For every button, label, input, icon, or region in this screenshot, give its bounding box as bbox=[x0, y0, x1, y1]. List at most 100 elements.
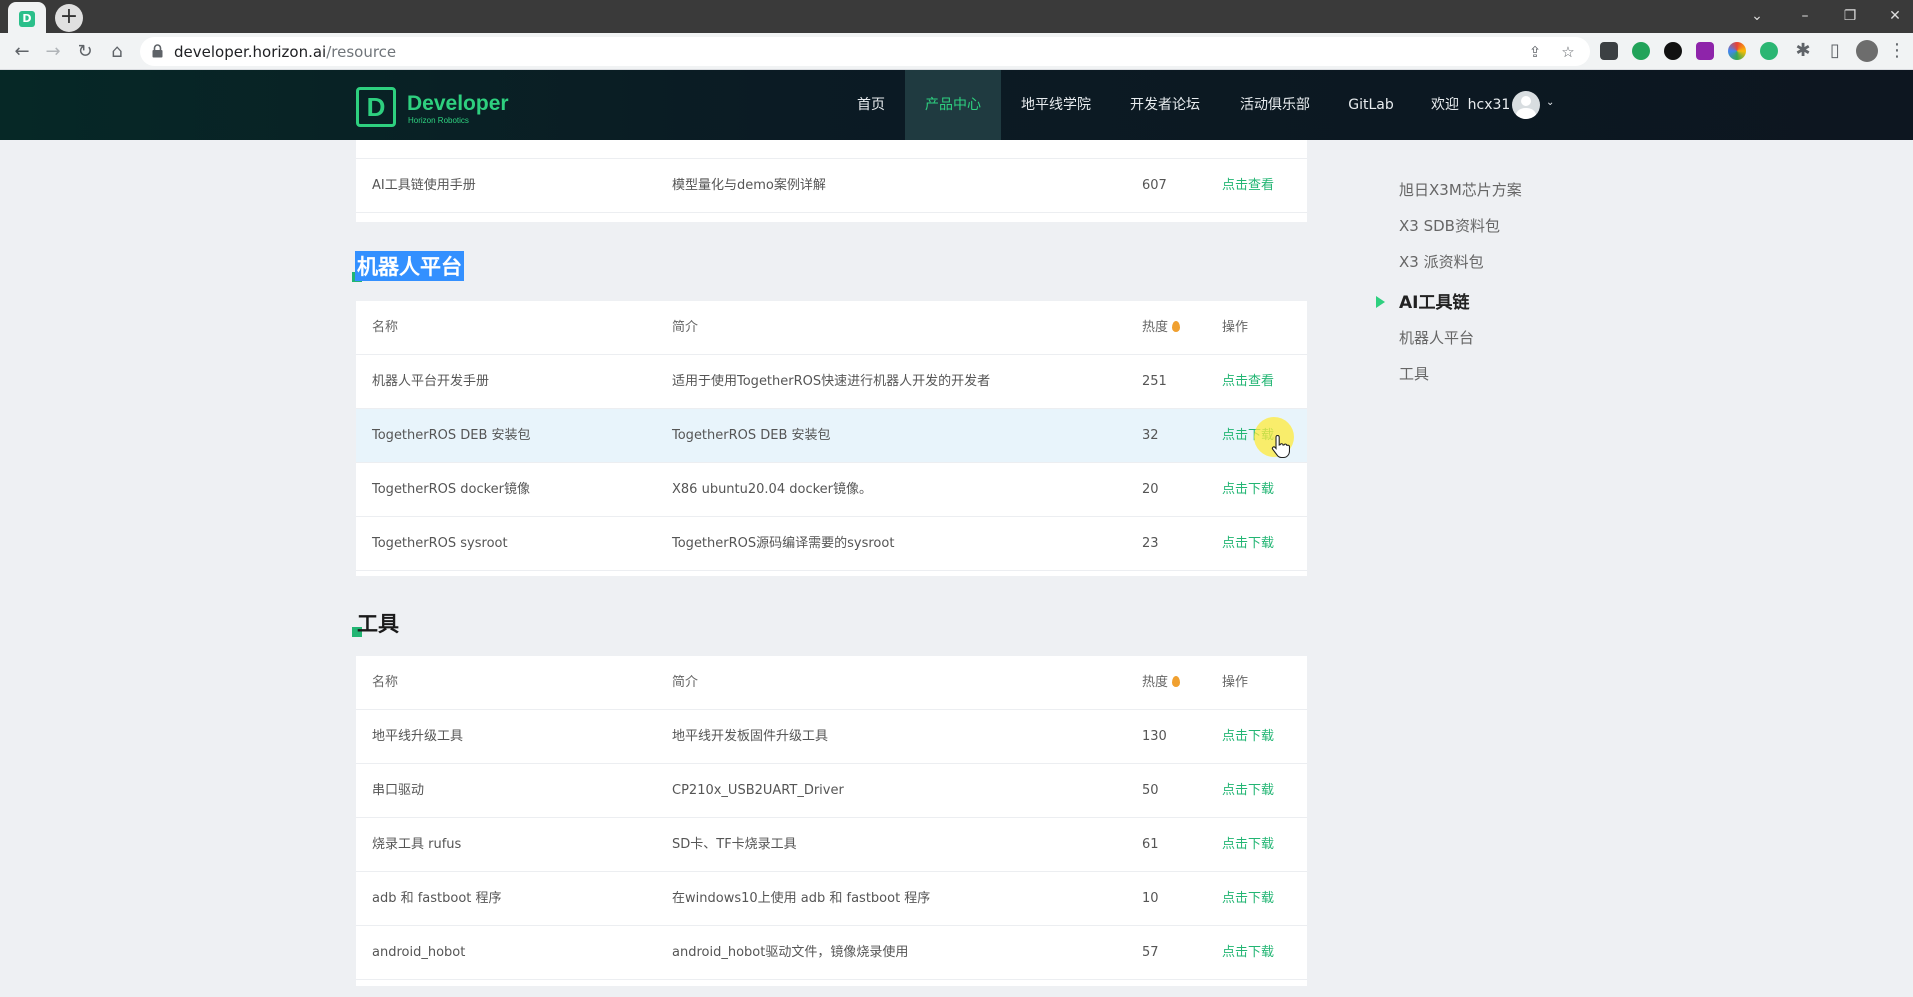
site-favicon-icon: D bbox=[19, 11, 35, 27]
vue-extension-icon[interactable] bbox=[1760, 42, 1778, 60]
resource-name: 机器人平台开发手册 bbox=[372, 374, 490, 389]
user-avatar[interactable] bbox=[1512, 91, 1540, 119]
forward-icon[interactable]: → bbox=[41, 40, 65, 64]
resource-name: AI工具链使用手册 bbox=[372, 178, 476, 193]
hand-pointer-icon bbox=[1271, 435, 1290, 459]
flame-icon bbox=[1172, 321, 1181, 332]
address-bar[interactable]: developer.horizon.ai/resource ⇪ ☆ bbox=[140, 37, 1590, 66]
resource-heat: 607 bbox=[1142, 178, 1167, 193]
resource-heat: 57 bbox=[1142, 945, 1159, 960]
section-title-tools: 工具 bbox=[357, 612, 399, 636]
back-icon[interactable]: ← bbox=[10, 40, 34, 64]
view-link[interactable]: 点击查看 bbox=[1222, 159, 1274, 213]
header-desc: 简介 bbox=[672, 675, 699, 690]
download-link[interactable]: 点击下载 bbox=[1222, 872, 1274, 926]
robot-platform-table: 名称 简介 热度 操作 机器人平台开发手册 适用于使用TogetherROS快速… bbox=[356, 301, 1307, 576]
sidebar-item-x3m[interactable]: 旭日X3M芯片方案 bbox=[1399, 179, 1522, 200]
close-window-icon[interactable]: ✕ bbox=[1883, 5, 1907, 27]
resource-desc: 在windows10上使用 adb 和 fastboot 程序 bbox=[672, 891, 931, 906]
resource-name: 串口驱动 bbox=[372, 783, 425, 798]
tab-search-icon[interactable]: ⌄ bbox=[1745, 5, 1769, 27]
resource-desc: X86 ubuntu20.04 docker镜像。 bbox=[672, 482, 872, 497]
restore-icon[interactable]: ❐ bbox=[1838, 5, 1862, 27]
table-row: 烧录工具 rufus SD卡、TF卡烧录工具 61 点击下载 bbox=[356, 818, 1307, 872]
table-row: TogetherROS sysroot TogetherROS源码编译需要的sy… bbox=[356, 517, 1307, 571]
resource-desc: TogetherROS源码编译需要的sysroot bbox=[672, 536, 895, 551]
browser-menu-icon[interactable]: ⋮ bbox=[1885, 39, 1909, 63]
resource-heat: 23 bbox=[1142, 536, 1159, 551]
sidebar-item-robot-platform[interactable]: 机器人平台 bbox=[1399, 327, 1474, 348]
resource-heat: 10 bbox=[1142, 891, 1159, 906]
resource-name: 地平线升级工具 bbox=[372, 729, 464, 744]
profile-avatar-icon[interactable] bbox=[1856, 40, 1878, 62]
share-icon[interactable]: ⇪ bbox=[1525, 42, 1545, 62]
resource-desc: CP210x_USB2UART_Driver bbox=[672, 783, 844, 798]
table-row: AI工具链使用手册 模型量化与demo案例详解 607 点击查看 bbox=[356, 159, 1307, 213]
reload-icon[interactable]: ↻ bbox=[73, 40, 97, 64]
extension-icon-3[interactable] bbox=[1664, 42, 1682, 60]
extension-icon-4[interactable] bbox=[1696, 42, 1714, 60]
resource-name: TogetherROS docker镜像 bbox=[372, 482, 531, 497]
chrome-extension-icon[interactable] bbox=[1728, 42, 1746, 60]
resource-heat: 130 bbox=[1142, 729, 1167, 744]
browser-tab[interactable]: D bbox=[8, 2, 46, 33]
resource-desc: android_hobot驱动文件，镜像烧录使用 bbox=[672, 945, 909, 960]
logo-title[interactable]: Developer bbox=[407, 92, 509, 116]
header-action: 操作 bbox=[1222, 675, 1249, 690]
logo-subtitle: Horizon Robotics bbox=[408, 116, 469, 125]
side-panel-icon[interactable]: ▯ bbox=[1823, 39, 1847, 63]
resource-desc: 地平线开发板固件升级工具 bbox=[672, 729, 829, 744]
download-link[interactable]: 点击下载 bbox=[1222, 517, 1274, 571]
resource-heat: 20 bbox=[1142, 482, 1159, 497]
table-row: 机器人平台开发手册 适用于使用TogetherROS快速进行机器人开发的开发者 … bbox=[356, 355, 1307, 409]
prev-section-table: AI工具链使用手册 模型量化与demo案例详解 607 点击查看 bbox=[356, 140, 1307, 222]
resource-name: TogetherROS sysroot bbox=[372, 536, 508, 551]
evernote-extension-icon[interactable] bbox=[1632, 42, 1650, 60]
resource-heat: 61 bbox=[1142, 837, 1159, 852]
nav-gitlab[interactable]: GitLab bbox=[1344, 70, 1398, 140]
chevron-down-icon[interactable]: ⌄ bbox=[1546, 97, 1554, 108]
nav-club[interactable]: 活动俱乐部 bbox=[1232, 70, 1318, 140]
table-row: TogetherROS DEB 安装包 TogetherROS DEB 安装包 … bbox=[356, 409, 1307, 463]
download-link[interactable]: 点击下载 bbox=[1222, 710, 1274, 764]
sidebar-item-x3-sdb[interactable]: X3 SDB资料包 bbox=[1399, 215, 1500, 236]
table-header: 名称 简介 热度 操作 bbox=[356, 301, 1307, 355]
resource-name: android_hobot bbox=[372, 945, 466, 960]
resource-desc: SD卡、TF卡烧录工具 bbox=[672, 837, 797, 852]
table-row: 地平线升级工具 地平线开发板固件升级工具 130 点击下载 bbox=[356, 710, 1307, 764]
nav-home[interactable]: 首页 bbox=[843, 70, 899, 140]
new-tab-button[interactable]: + bbox=[55, 4, 83, 32]
nav-products[interactable]: 产品中心 bbox=[905, 70, 1001, 140]
resource-desc: 适用于使用TogetherROS快速进行机器人开发的开发者 bbox=[672, 374, 991, 389]
download-link[interactable]: 点击下载 bbox=[1222, 764, 1274, 818]
resource-desc: 模型量化与demo案例详解 bbox=[672, 178, 826, 193]
table-row: TogetherROS docker镜像 X86 ubuntu20.04 doc… bbox=[356, 463, 1307, 517]
resource-name: 烧录工具 rufus bbox=[372, 837, 462, 852]
home-icon[interactable]: ⌂ bbox=[105, 40, 129, 64]
browser-tabstrip: D + ⌄ – ❐ ✕ bbox=[0, 0, 1913, 33]
table-row: android_hobot android_hobot驱动文件，镜像烧录使用 5… bbox=[356, 926, 1307, 980]
sidebar-item-ai-toolchain[interactable]: AI工具链 bbox=[1399, 288, 1469, 313]
extension-icon-1[interactable] bbox=[1600, 42, 1618, 60]
resource-name: adb 和 fastboot 程序 bbox=[372, 891, 502, 906]
lock-icon bbox=[152, 44, 163, 58]
nav-academy[interactable]: 地平线学院 bbox=[1013, 70, 1099, 140]
developer-logo-icon[interactable]: D bbox=[356, 87, 396, 127]
table-row: 串口驱动 CP210x_USB2UART_Driver 50 点击下载 bbox=[356, 764, 1307, 818]
sidebar-item-x3-pi[interactable]: X3 派资料包 bbox=[1399, 251, 1484, 272]
resource-heat: 50 bbox=[1142, 783, 1159, 798]
username[interactable]: hcx31 bbox=[1467, 70, 1511, 140]
active-indicator-icon bbox=[1376, 296, 1385, 308]
minimize-icon[interactable]: – bbox=[1793, 5, 1817, 27]
sidebar-item-tools[interactable]: 工具 bbox=[1399, 363, 1429, 384]
nav-forum[interactable]: 开发者论坛 bbox=[1122, 70, 1208, 140]
bookmark-star-icon[interactable]: ☆ bbox=[1558, 42, 1578, 62]
header-desc: 简介 bbox=[672, 320, 699, 335]
url-text: developer.horizon.ai/resource bbox=[174, 43, 397, 61]
download-link[interactable]: 点击下载 bbox=[1222, 926, 1274, 980]
flame-icon bbox=[1172, 676, 1181, 687]
download-link[interactable]: 点击下载 bbox=[1222, 818, 1274, 872]
extensions-puzzle-icon[interactable]: ✱ bbox=[1791, 39, 1815, 63]
download-link[interactable]: 点击下载 bbox=[1222, 463, 1274, 517]
view-link[interactable]: 点击查看 bbox=[1222, 355, 1274, 409]
